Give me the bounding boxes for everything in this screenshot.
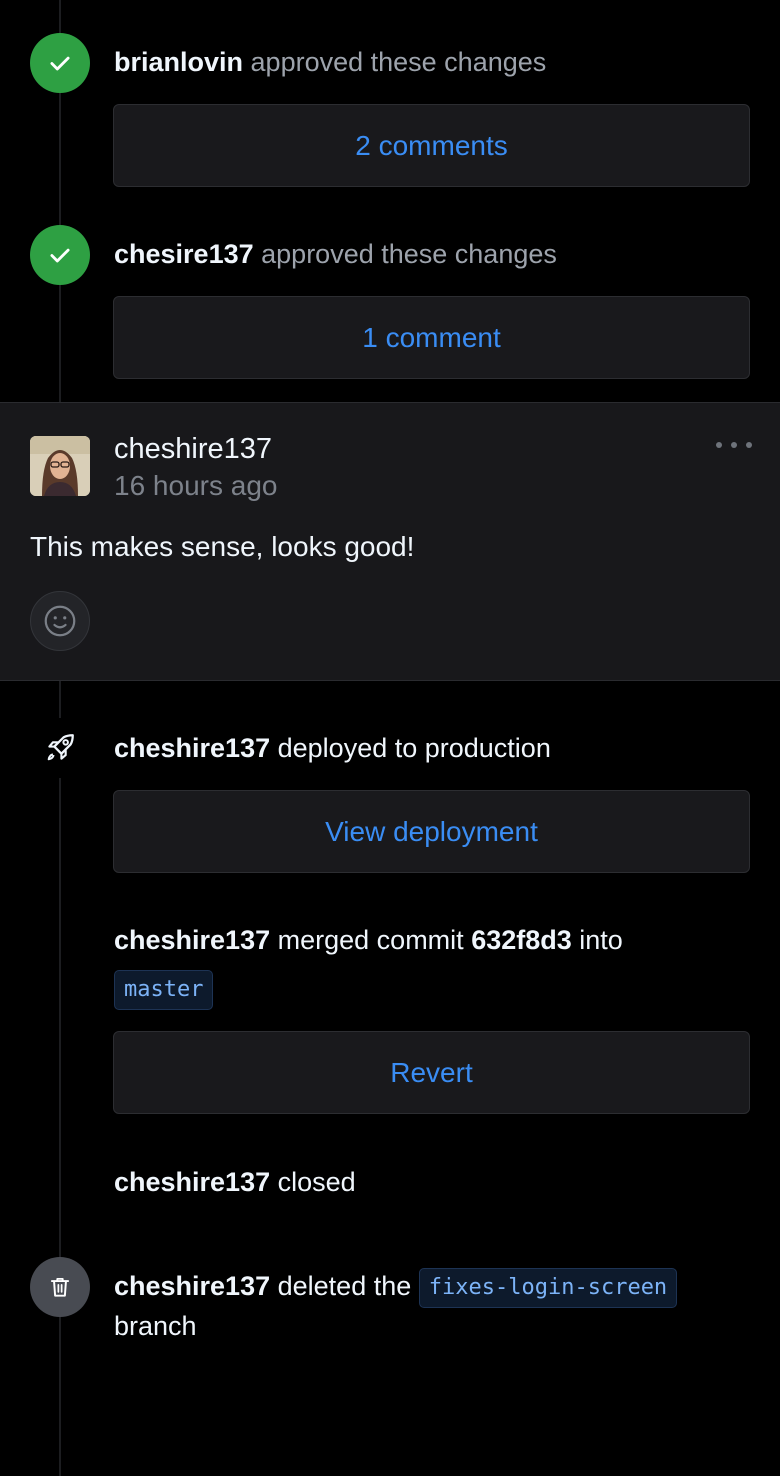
- event-action: approved these changes: [250, 47, 547, 77]
- view-deployment-button[interactable]: View deployment: [113, 790, 750, 873]
- comment-card: cheshire137 16 hours ago This makes sens…: [0, 402, 780, 681]
- rocket-icon: [30, 718, 90, 778]
- event-actor[interactable]: chesire137: [114, 239, 254, 269]
- event-description: chesire137 approved these changes: [114, 234, 750, 274]
- event-suffix: branch: [114, 1311, 197, 1341]
- event-action: closed: [277, 1167, 356, 1197]
- event-description: brianlovin approved these changes: [114, 42, 750, 82]
- comment-body: This makes sense, looks good!: [30, 531, 415, 562]
- event-description: cheshire137 closed: [114, 1162, 750, 1202]
- event-action: deployed to production: [277, 733, 551, 763]
- event-actor[interactable]: brianlovin: [114, 47, 243, 77]
- branch-name[interactable]: master: [114, 969, 214, 1010]
- view-comments-button[interactable]: 2 comments: [113, 104, 750, 187]
- timeline-line: [59, 681, 61, 1476]
- view-comments-button[interactable]: 1 comment: [113, 296, 750, 379]
- event-description: cheshire137 merged commit 632f8d3 into: [114, 920, 750, 960]
- event-actor[interactable]: cheshire137: [114, 925, 270, 955]
- revert-button[interactable]: Revert: [113, 1031, 750, 1114]
- ellipsis-icon[interactable]: [716, 433, 752, 457]
- event-description: cheshire137 deployed to production: [114, 728, 750, 768]
- event-action: approved these changes: [261, 239, 557, 269]
- event-actor[interactable]: cheshire137: [114, 733, 270, 763]
- event-description-suffix: branch: [114, 1306, 750, 1346]
- commit-sha[interactable]: 632f8d3: [471, 925, 572, 955]
- event-actor[interactable]: cheshire137: [114, 1271, 270, 1301]
- event-action-into: into: [579, 925, 623, 955]
- smiley-icon[interactable]: [30, 591, 90, 651]
- event-action: merged commit: [277, 925, 464, 955]
- merge-branch-row: master: [114, 968, 750, 1010]
- event-action: deleted the: [277, 1271, 412, 1301]
- trash-icon: [30, 1257, 90, 1317]
- event-actor[interactable]: cheshire137: [114, 1167, 270, 1197]
- event-description: cheshire137 deleted the fixes-login-scre…: [114, 1266, 750, 1308]
- comment-timestamp: 16 hours ago: [114, 470, 278, 501]
- check-icon: [30, 33, 90, 93]
- check-icon: [30, 225, 90, 285]
- branch-name[interactable]: fixes-login-screen: [418, 1267, 678, 1308]
- avatar[interactable]: [30, 436, 90, 496]
- comment-author[interactable]: cheshire137: [114, 429, 272, 469]
